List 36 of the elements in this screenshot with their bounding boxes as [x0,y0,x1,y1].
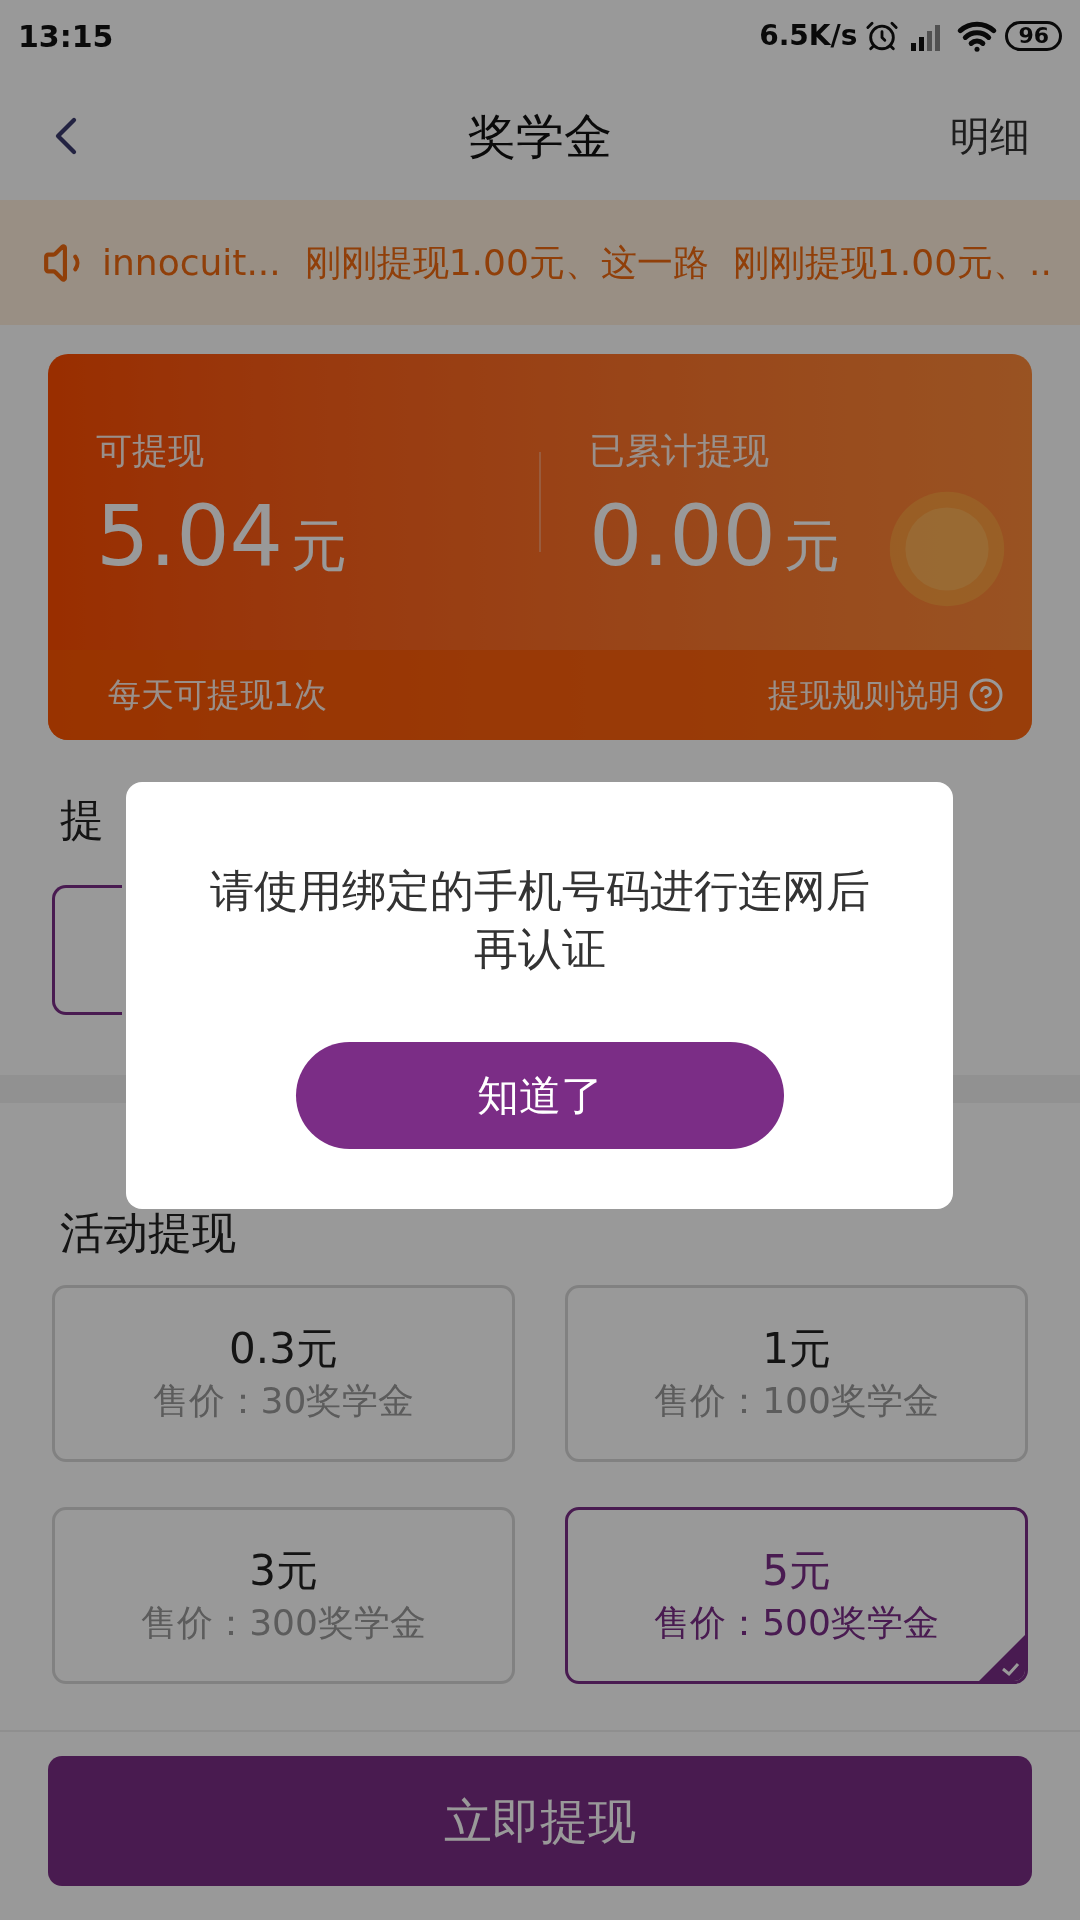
option-card[interactable] [52,885,122,1015]
option-price: 售价：500奖学金 [654,1600,939,1645]
check-corner-icon [979,1635,1025,1681]
status-time: 13:15 [18,17,114,56]
section-heading: 活动提现 [60,1206,237,1260]
available-amount: 5.04 [96,488,284,584]
dialog-confirm-button[interactable]: 知道了 [295,1042,784,1149]
ticker-message: 刚刚提现1.00元、.. [732,240,1052,285]
battery-indicator: 96 [1005,21,1062,51]
option-card[interactable]: 0.3元 售价：30奖学金 [52,1285,515,1462]
option-amount: 1元 [762,1322,831,1375]
page-title: 奖学金 [468,107,612,166]
total-label: 已累计提现 [589,429,770,473]
detail-link[interactable]: 明细 [950,106,1030,166]
option-amount: 0.3元 [229,1322,338,1375]
help-icon[interactable] [968,677,1004,713]
option-price: 售价：30奖学金 [152,1378,415,1423]
submit-button[interactable]: 立即提现 [48,1756,1032,1886]
ticker-message: innocuit... [102,240,281,285]
daily-limit-note: 每天可提现1次 [108,674,327,717]
option-price: 售价：300奖学金 [141,1600,426,1645]
currency-unit: 元 [784,512,841,580]
alarm-icon [865,19,900,53]
section-heading: 提 [60,793,105,847]
available-label: 可提现 [96,429,205,473]
ticker-message: 刚刚提现1.00元、这一路 [304,240,709,285]
option-card[interactable]: 5元 售价：500奖学金 [565,1507,1028,1684]
total-amount: 0.00 [589,488,777,584]
option-card[interactable]: 1元 售价：100奖学金 [565,1285,1028,1462]
option-amount: 3元 [249,1544,318,1597]
option-card[interactable]: 3元 售价：300奖学金 [52,1507,515,1684]
network-speed: 6.5K/s [759,18,858,54]
option-price: 售价：100奖学金 [654,1378,939,1423]
currency-unit: 元 [291,512,348,580]
option-amount: 5元 [762,1544,831,1597]
dialog-message: 请使用绑定的手机号码进行连网后再认证 [208,864,871,976]
